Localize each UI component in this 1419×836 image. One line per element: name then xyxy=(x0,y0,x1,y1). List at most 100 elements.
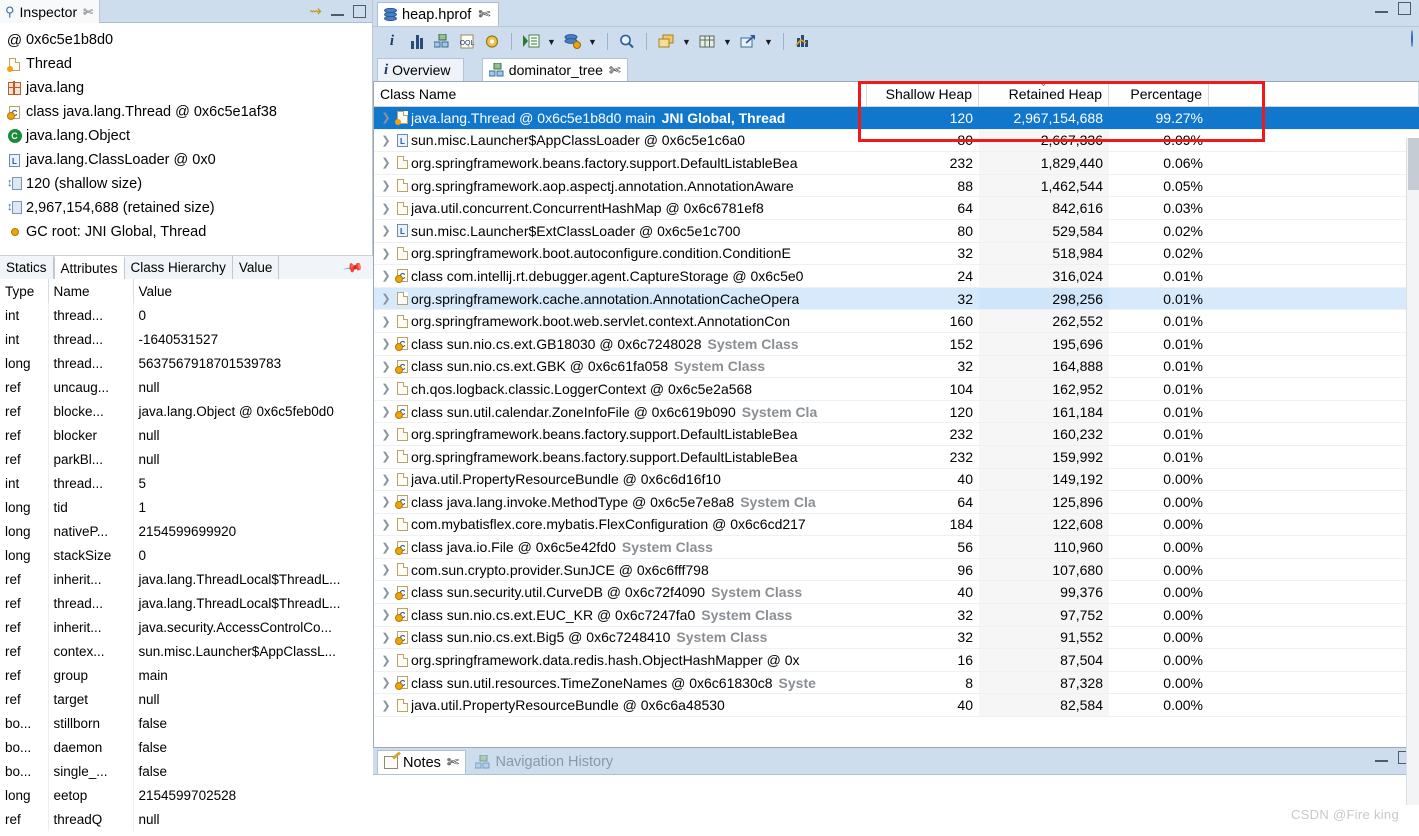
cell-class-name[interactable]: ❯ org.springframework.beans.factory.suppo… xyxy=(374,152,867,174)
table-row[interactable]: ❯ java.lang.Thread @ 0x6c5e1b8d0 main JNI … xyxy=(374,107,1419,130)
expand-arrow-icon[interactable]: ❯ xyxy=(378,631,394,644)
close-icon[interactable]: ✄ xyxy=(447,755,459,771)
cell-class-name[interactable]: ❯ Cclass java.lang.invoke.MethodType @ 0x… xyxy=(374,491,867,513)
cell-class-name[interactable]: ❯ org.springframework.beans.factory.suppo… xyxy=(374,423,867,445)
oql-icon[interactable]: OQL xyxy=(456,31,478,53)
expand-arrow-icon[interactable]: ❯ xyxy=(378,202,394,215)
table-row[interactable]: ❯ Cclass sun.util.resources.TimeZoneNames… xyxy=(374,671,1419,695)
attributes-column-header[interactable]: Type xyxy=(0,279,49,303)
minimize-icon[interactable] xyxy=(1375,4,1388,13)
table-row[interactable]: ❯ Cclass sun.nio.cs.ext.GB18030 @ 0x6c724… xyxy=(374,332,1419,356)
attribute-tab-statics[interactable]: Statics xyxy=(0,256,54,279)
table-row[interactable]: ❯ Cclass sun.util.calendar.ZoneInfoFile @… xyxy=(374,400,1419,424)
expand-arrow-icon[interactable]: ❯ xyxy=(378,360,394,373)
cell-class-name[interactable]: ❯ Lsun.misc.Launcher$AppClassLoader @ 0x6… xyxy=(374,130,867,152)
cell-class-name[interactable]: ❯ org.springframework.boot.web.servlet.co… xyxy=(374,310,867,332)
minimize-icon[interactable] xyxy=(331,7,344,16)
expand-arrow-icon[interactable]: ❯ xyxy=(378,247,394,260)
expand-arrow-icon[interactable]: ❯ xyxy=(378,563,394,576)
expand-arrow-icon[interactable]: ❯ xyxy=(378,654,394,667)
table-row[interactable]: ❯ java.util.PropertyResourceBundle @ 0x6c… xyxy=(374,468,1419,492)
expand-arrow-icon[interactable]: ❯ xyxy=(378,541,394,554)
expand-arrow-icon[interactable]: ❯ xyxy=(378,156,394,169)
attributes-row[interactable]: ref contex... sun.misc.Launcher$AppClassL.… xyxy=(0,639,373,663)
table-export-icon[interactable] xyxy=(696,31,718,53)
attributes-row[interactable]: ref inherit... java.security.AccessControl… xyxy=(0,615,373,639)
attributes-row[interactable]: long eetop 2154599702528 xyxy=(0,783,373,807)
column-header-shallow-heap[interactable]: Shallow Heap xyxy=(867,82,979,106)
cell-class-name[interactable]: ❯ org.springframework.aop.aspectj.annotat… xyxy=(374,175,867,197)
cell-class-name[interactable]: ❯ Cclass sun.util.calendar.ZoneInfoFile @… xyxy=(374,401,867,423)
cell-class-name[interactable]: ❯ com.mybatisflex.core.mybatis.FlexConfig… xyxy=(374,514,867,536)
toolbar-overflow[interactable] xyxy=(1411,30,1413,47)
expand-arrow-icon[interactable]: ❯ xyxy=(378,134,394,147)
attributes-row[interactable]: ref parkBl... null xyxy=(0,447,373,471)
table-row[interactable]: ❯ org.springframework.boot.web.servlet.co… xyxy=(374,310,1419,333)
table-row[interactable]: ❯ org.springframework.beans.factory.suppo… xyxy=(374,152,1419,175)
expand-arrow-icon[interactable]: ❯ xyxy=(378,699,394,712)
expand-arrow-icon[interactable]: ❯ xyxy=(378,428,394,441)
cell-class-name[interactable]: ❯ org.springframework.beans.factory.suppo… xyxy=(374,446,867,468)
inspector-detail-row[interactable]: @0x6c5e1b8d0 xyxy=(5,28,372,52)
inspector-detail-row[interactable]: Ljava.lang.ClassLoader @ 0x0 xyxy=(5,148,372,172)
inspector-detail-row[interactable]: Cclass java.lang.Thread @ 0x6c5e1af38 xyxy=(5,100,372,124)
export-icon[interactable] xyxy=(737,31,759,53)
expand-arrow-icon[interactable]: ❯ xyxy=(378,450,394,463)
cell-class-name[interactable]: ❯ java.util.PropertyResourceBundle @ 0x6c… xyxy=(374,694,867,716)
table-row[interactable]: ❯ Cclass sun.nio.cs.ext.Big5 @ 0x6c724841… xyxy=(374,626,1419,650)
attributes-row[interactable]: ref blocke... java.lang.Object @ 0x6c5feb0… xyxy=(0,399,373,423)
scrollbar-thumb[interactable] xyxy=(1408,138,1419,190)
attributes-row[interactable]: ref inherit... java.lang.ThreadLocal$Threa… xyxy=(0,567,373,591)
inspector-detail-row[interactable]: GC root: JNI Global, Thread xyxy=(5,220,372,244)
maximize-icon[interactable] xyxy=(353,5,366,18)
chevron-down-icon[interactable]: ▼ xyxy=(721,31,734,53)
expand-arrow-icon[interactable]: ❯ xyxy=(378,224,394,237)
expand-arrow-icon[interactable]: ❯ xyxy=(378,518,394,531)
inspector-detail-row[interactable]: Thread xyxy=(5,52,372,76)
heap-query-icon[interactable] xyxy=(561,31,583,53)
cell-class-name[interactable]: ❯ org.springframework.boot.autoconfigure.… xyxy=(374,243,867,265)
table-row[interactable]: ❯ Cclass sun.nio.cs.ext.EUC_KR @ 0x6c7247… xyxy=(374,604,1419,627)
attributes-row[interactable]: ref thread... java.lang.ThreadLocal$Thread… xyxy=(0,591,373,615)
column-header-retained-heap[interactable]: ⌄ Retained Heap xyxy=(979,82,1109,106)
chevron-down-icon[interactable]: ▼ xyxy=(762,31,775,53)
table-row[interactable]: ❯ org.springframework.beans.factory.suppo… xyxy=(374,423,1419,446)
maximize-icon[interactable] xyxy=(1398,2,1411,15)
table-row[interactable]: ❯ org.springframework.boot.autoconfigure.… xyxy=(374,242,1419,266)
attribute-tab-class-hierarchy[interactable]: Class Hierarchy xyxy=(124,256,233,279)
tab-dominator_tree[interactable]: dominator_tree ✄ xyxy=(481,58,628,81)
chevron-down-icon[interactable]: ▼ xyxy=(586,31,599,53)
copy-icon[interactable] xyxy=(655,31,677,53)
cell-class-name[interactable]: ❯ Cclass sun.security.util.CurveDB @ 0x6c… xyxy=(374,581,867,603)
cell-class-name[interactable]: ❯ Lsun.misc.Launcher$ExtClassLoader @ 0x6… xyxy=(374,220,867,242)
cell-class-name[interactable]: ❯ org.springframework.cache.annotation.An… xyxy=(374,287,867,310)
attributes-row[interactable]: ref target null xyxy=(0,687,373,711)
table-row[interactable]: ❯ org.springframework.data.redis.hash.Obj… xyxy=(374,649,1419,672)
cell-class-name[interactable]: ❯ ch.qos.logback.classic.LoggerContext @ … xyxy=(374,378,867,400)
cell-class-name[interactable]: ❯ Cclass sun.nio.cs.ext.GBK @ 0x6c61fa058… xyxy=(374,356,867,378)
dominator-tree-rows[interactable]: ❯ java.lang.Thread @ 0x6c5e1b8d0 main JNI … xyxy=(374,107,1419,718)
attributes-row[interactable]: int thread... -1640531527 xyxy=(0,327,373,351)
attribute-tab-attributes[interactable]: Attributes xyxy=(53,256,125,279)
table-row[interactable]: ❯ java.util.PropertyResourceBundle @ 0x6c… xyxy=(374,694,1419,718)
table-row[interactable]: ❯ Lsun.misc.Launcher$ExtClassLoader @ 0x6… xyxy=(374,219,1419,243)
cell-class-name[interactable]: ❯ java.lang.Thread @ 0x6c5e1b8d0 main JNI … xyxy=(374,107,867,129)
attributes-row[interactable]: bo... daemon false xyxy=(0,735,373,759)
chevron-down-icon[interactable]: ▼ xyxy=(680,31,693,53)
expand-arrow-icon[interactable]: ❯ xyxy=(378,337,394,350)
pin-icon[interactable]: 📌 xyxy=(342,257,364,279)
attributes-row[interactable]: ref uncaug... null xyxy=(0,375,373,399)
attributes-column-header[interactable]: Name xyxy=(48,279,134,303)
inspector-detail-row[interactable]: Cjava.lang.Object xyxy=(5,124,372,148)
expand-arrow-icon[interactable]: ❯ xyxy=(378,473,394,486)
cell-class-name[interactable]: ❯ Cclass sun.nio.cs.ext.Big5 @ 0x6c724841… xyxy=(374,627,867,649)
table-row[interactable]: ❯ com.mybatisflex.core.mybatis.FlexConfig… xyxy=(374,513,1419,537)
table-row[interactable]: ❯ Cclass com.intellij.rt.debugger.agent.C… xyxy=(374,265,1419,288)
attributes-table[interactable]: Type Name Value int thread... 0 int thread... -… xyxy=(0,279,373,836)
notes-text-area[interactable] xyxy=(373,774,1419,836)
table-row[interactable]: ❯ Cclass sun.security.util.CurveDB @ 0x6c… xyxy=(374,581,1419,605)
attributes-row[interactable]: ref group main xyxy=(0,663,373,687)
cell-class-name[interactable]: ❯ org.springframework.data.redis.hash.Obj… xyxy=(374,649,867,671)
table-row[interactable]: ❯ org.springframework.aop.aspectj.annotat… xyxy=(374,174,1419,198)
table-row[interactable]: ❯ Cclass java.io.File @ 0x6c5e42fd0 System… xyxy=(374,536,1419,559)
